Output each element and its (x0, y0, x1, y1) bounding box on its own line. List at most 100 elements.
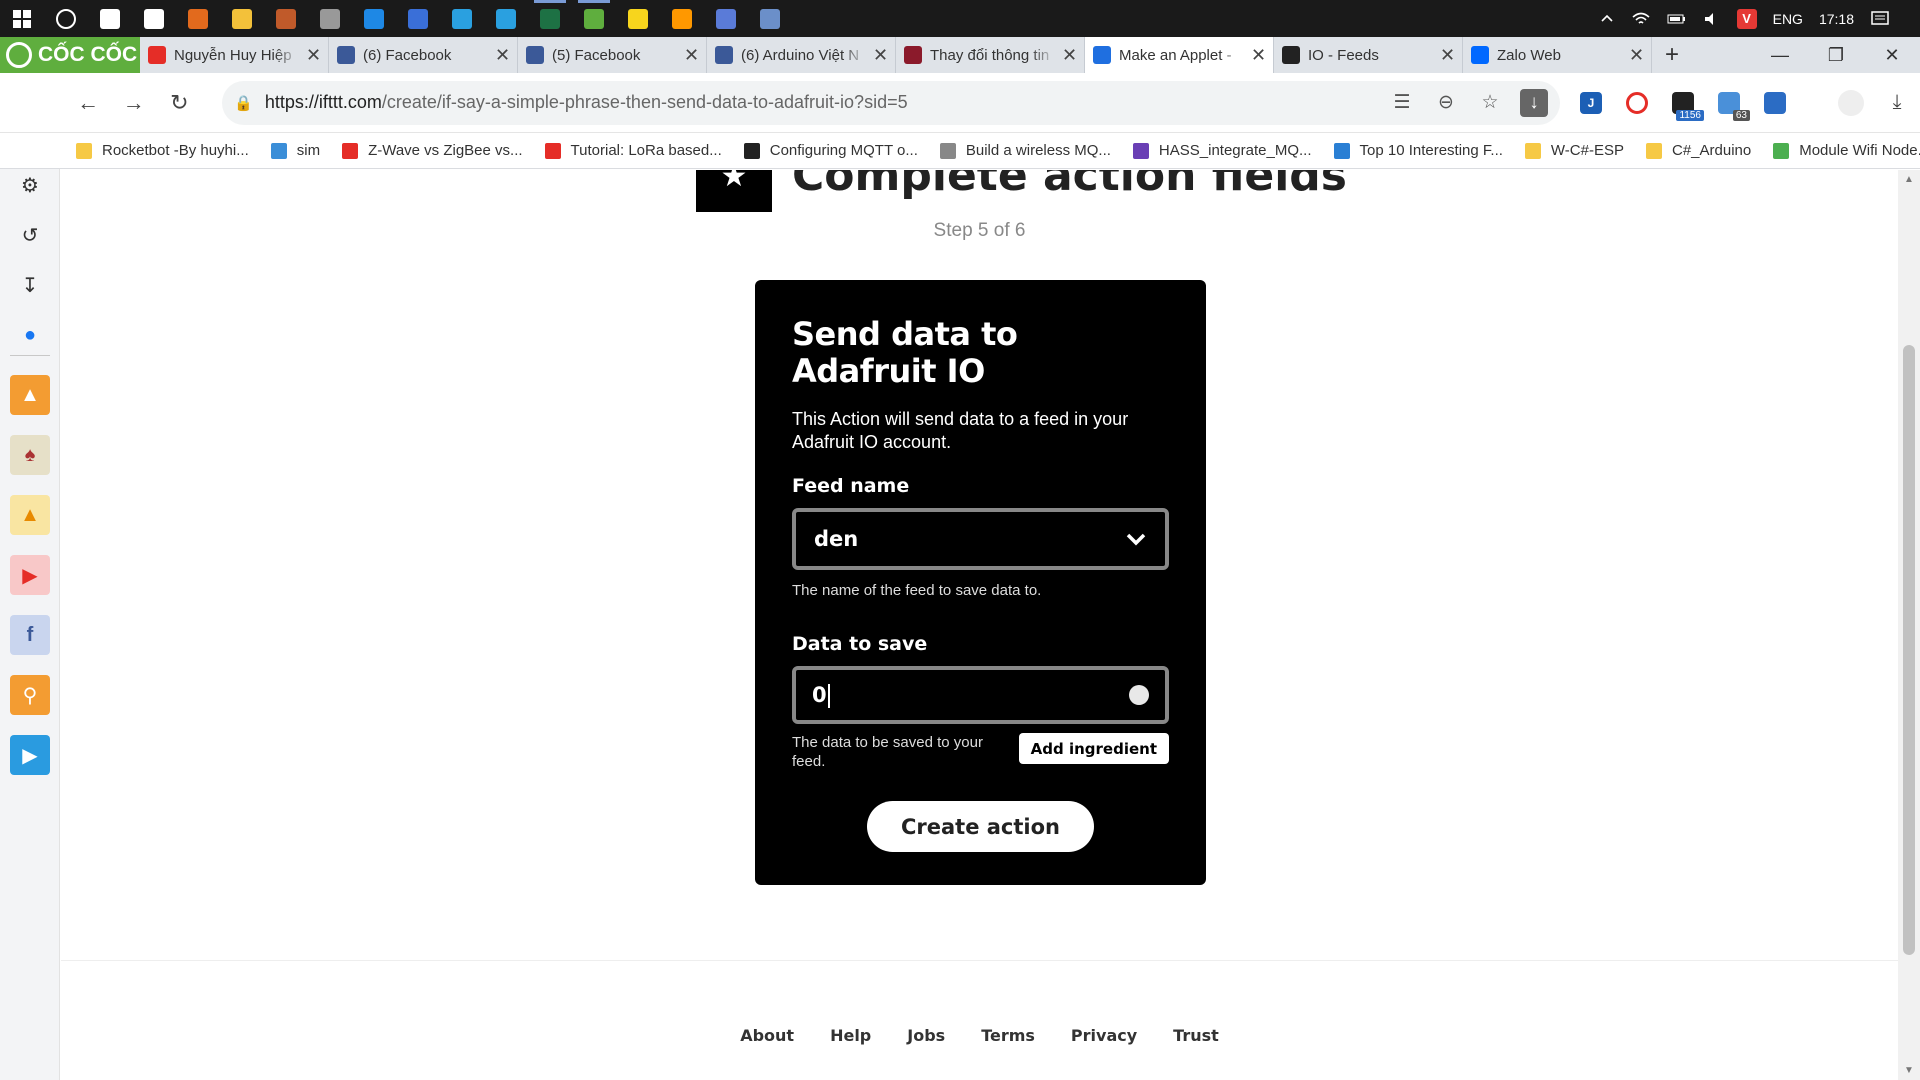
feed-name-select[interactable]: den (792, 508, 1169, 570)
notification-center-icon[interactable] (1870, 10, 1890, 28)
browser-tab[interactable]: IO - Feeds ✕ (1274, 37, 1463, 73)
sticky-notes-icon[interactable] (616, 0, 660, 37)
messenger-icon[interactable]: ● (10, 315, 50, 355)
bookmark-item[interactable]: C#_Arduino (1646, 142, 1751, 159)
edge-icon[interactable] (352, 0, 396, 37)
sublime-icon[interactable] (660, 0, 704, 37)
app-icon[interactable] (440, 0, 484, 37)
bookmark-item[interactable]: Rocketbot -By huyhi... (76, 142, 249, 159)
tab-close-icon[interactable]: ✕ (495, 45, 510, 66)
extension-icon[interactable]: J (1568, 83, 1614, 123)
add-ingredient-button[interactable]: Add ingredient (1018, 733, 1169, 764)
browser-tab[interactable]: (6) Arduino Việt N ✕ (707, 37, 896, 73)
close-window-button[interactable]: ✕ (1864, 37, 1920, 73)
video-player-icon[interactable]: ▶ (10, 735, 50, 775)
footer-link-privacy[interactable]: Privacy (1071, 1026, 1137, 1045)
bookmark-item[interactable]: Z-Wave vs ZigBee vs... (342, 142, 523, 159)
profile-avatar[interactable] (1828, 83, 1874, 123)
tab-close-icon[interactable]: ✕ (873, 45, 888, 66)
create-action-button[interactable]: Create action (867, 801, 1094, 852)
bookmark-item[interactable]: sim (270, 142, 320, 159)
youtube-icon[interactable]: ▶ (10, 555, 50, 595)
tab-close-icon[interactable]: ✕ (1440, 45, 1455, 66)
app-icon[interactable] (396, 0, 440, 37)
tab-close-icon[interactable]: ✕ (306, 45, 321, 66)
file-explorer-icon[interactable] (220, 0, 264, 37)
extension-icon[interactable] (1752, 83, 1798, 123)
extension-icon[interactable]: 63 (1706, 83, 1752, 123)
scroll-thumb[interactable] (1903, 345, 1915, 955)
app-icon[interactable] (704, 0, 748, 37)
footer-link-about[interactable]: About (740, 1026, 794, 1045)
footer-link-help[interactable]: Help (830, 1026, 871, 1045)
flame-icon[interactable]: ▲ (10, 495, 50, 535)
system-clock[interactable]: 17:18 (1819, 11, 1854, 27)
excel-icon[interactable] (528, 0, 572, 37)
scroll-up-arrow[interactable]: ▲ (1898, 174, 1920, 185)
tab-close-icon[interactable]: ✕ (1251, 45, 1266, 66)
mail-icon[interactable] (132, 0, 176, 37)
bookmark-star-icon[interactable]: ☆ (1468, 91, 1512, 114)
history-icon[interactable]: ↺ (10, 215, 50, 255)
tab-close-icon[interactable]: ✕ (1062, 45, 1077, 66)
cortana-search-icon[interactable] (44, 0, 88, 37)
app-icon[interactable] (264, 0, 308, 37)
browser-tab[interactable]: Zalo Web ✕ (1463, 37, 1652, 73)
downloads-arrow-icon[interactable]: ⤓ (1874, 83, 1920, 123)
vivaldi-tray-icon[interactable]: V (1736, 8, 1757, 29)
facebook-icon[interactable]: f (10, 615, 50, 655)
downloads-icon[interactable]: ↧ (10, 265, 50, 305)
maximize-button[interactable]: ❐ (1808, 37, 1864, 73)
wifi-icon[interactable] (1631, 11, 1651, 27)
bookmark-item[interactable]: Build a wireless MQ... (939, 142, 1111, 159)
data-to-save-input[interactable]: 0 (792, 666, 1169, 724)
footer-link-jobs[interactable]: Jobs (907, 1026, 945, 1045)
bookmark-item[interactable]: Configuring MQTT o... (743, 142, 918, 159)
browser-tab[interactable]: (6) Facebook ✕ (329, 37, 518, 73)
task-view-icon[interactable] (88, 0, 132, 37)
browser-tab[interactable]: Thay đổi thông tin ✕ (896, 37, 1085, 73)
usb-icon[interactable] (308, 0, 352, 37)
input-language[interactable]: ENG (1773, 11, 1803, 27)
tab-close-icon[interactable]: ✕ (1629, 45, 1644, 66)
download-icon[interactable]: ↓ (1519, 88, 1548, 117)
address-bar[interactable]: 🔒 https://ifttt.com/create/if-say-a-simp… (222, 80, 1560, 125)
windows-start-icon[interactable] (0, 0, 44, 37)
extension-icon[interactable]: 1156 (1660, 83, 1706, 123)
coccoc-logo[interactable]: CỐC CỐC (0, 37, 140, 73)
bookmark-item[interactable]: Top 10 Interesting F... (1333, 142, 1503, 159)
zoom-out-icon[interactable]: ⊖ (1424, 91, 1468, 114)
bookmark-item[interactable]: Module Wifi Node... (1773, 142, 1920, 159)
scroll-down-arrow[interactable]: ▼ (1898, 1065, 1920, 1076)
reload-button[interactable]: ↻ (157, 83, 203, 123)
battery-icon[interactable] (1667, 13, 1687, 25)
bookmark-item[interactable]: Tutorial: LoRa based... (544, 142, 722, 159)
forward-button[interactable]: → (111, 83, 157, 123)
search-icon[interactable]: ⚲ (10, 675, 50, 715)
browser-tab[interactable]: (5) Facebook ✕ (518, 37, 707, 73)
page-scrollbar[interactable]: ▲ ▼ (1898, 170, 1920, 1080)
footer-link-trust[interactable]: Trust (1173, 1026, 1219, 1045)
opera-extension-icon[interactable] (1614, 83, 1660, 123)
app-icon[interactable] (748, 0, 792, 37)
volume-icon[interactable] (1703, 11, 1721, 27)
coccoc-icon[interactable] (572, 0, 616, 37)
back-button[interactable]: ← (65, 83, 111, 123)
chevron-up-icon[interactable] (1599, 11, 1615, 27)
bookmark-item[interactable]: W-C#-ESP (1524, 142, 1624, 159)
url-text[interactable]: https://ifttt.com/create/if-say-a-simple… (265, 92, 1380, 113)
tab-close-icon[interactable]: ✕ (684, 45, 699, 66)
browser-tab[interactable]: Make an Applet - ✕ (1085, 37, 1274, 73)
translate-icon[interactable]: ☰ (1380, 91, 1424, 114)
new-tab-button[interactable]: + (1652, 37, 1692, 73)
settings-gear-icon[interactable]: ⚙ (10, 165, 50, 205)
browser-tab[interactable]: Nguyễn Huy Hiệp ✕ (140, 37, 329, 73)
minimize-button[interactable]: — (1752, 37, 1808, 73)
footer-link-terms[interactable]: Terms (981, 1026, 1035, 1045)
lock-icon[interactable]: 🔒 (234, 94, 253, 112)
game-icon[interactable]: ♠ (10, 435, 50, 475)
telegram-icon[interactable] (484, 0, 528, 37)
matlab-icon[interactable] (176, 0, 220, 37)
bookmark-item[interactable]: HASS_integrate_MQ... (1132, 142, 1312, 159)
apps-icon[interactable]: ▲ (10, 375, 50, 415)
